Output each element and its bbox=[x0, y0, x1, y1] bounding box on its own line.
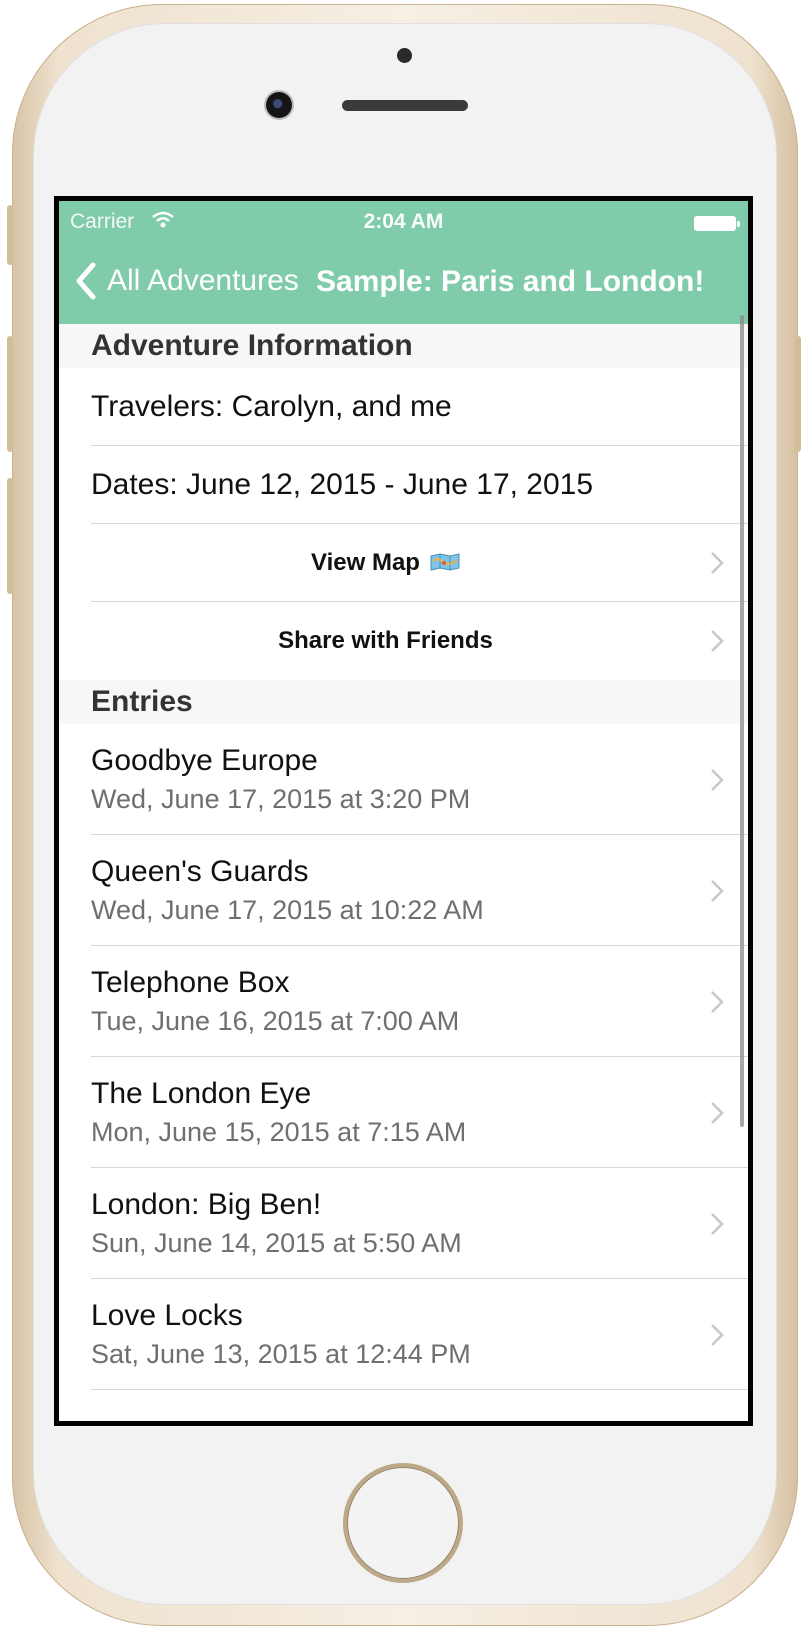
nav-row: All Adventures Sample: Paris and London! bbox=[59, 256, 748, 306]
chevron-right-icon bbox=[711, 768, 724, 791]
travelers-text: Travelers: Carolyn, and me bbox=[91, 390, 452, 423]
battery-icon bbox=[694, 216, 740, 231]
section-header-entries: Entries bbox=[59, 680, 748, 724]
view-map-label-wrap: View Map bbox=[59, 524, 748, 602]
chevron-right-icon bbox=[711, 1323, 724, 1346]
mute-switch bbox=[7, 205, 13, 265]
chevron-right-icon bbox=[711, 990, 724, 1013]
earpiece-speaker bbox=[342, 100, 468, 111]
chevron-right-icon bbox=[711, 1212, 724, 1235]
entry-row[interactable]: Telephone Box Tue, June 16, 2015 at 7:00… bbox=[59, 946, 748, 1057]
view-map-cell[interactable]: View Map bbox=[59, 524, 748, 602]
chevron-right-icon bbox=[711, 879, 724, 902]
volume-down-button bbox=[7, 478, 13, 594]
entry-row[interactable]: London: Big Ben! Sun, June 14, 2015 at 5… bbox=[59, 1168, 748, 1279]
scrollbar[interactable] bbox=[740, 315, 744, 1127]
chevron-right-icon bbox=[711, 552, 724, 574]
front-camera bbox=[266, 92, 292, 118]
home-button[interactable] bbox=[343, 1463, 463, 1583]
entry-row[interactable]: Goodbye Europe Wed, June 17, 2015 at 3:2… bbox=[59, 724, 748, 835]
dates-text: Dates: June 12, 2015 - June 17, 2015 bbox=[91, 468, 594, 501]
status-bar: Carrier 2:04 AM bbox=[59, 201, 748, 241]
share-cell[interactable]: Share with Friends bbox=[59, 602, 748, 680]
status-time: 2:04 AM bbox=[363, 210, 444, 233]
navigation-bar: Carrier 2:04 AM All Adventures Sample: P… bbox=[59, 201, 748, 324]
dates-cell: Dates: June 12, 2015 - June 17, 2015 bbox=[59, 446, 748, 524]
proximity-sensor bbox=[397, 48, 412, 63]
back-label: All Adventures bbox=[107, 264, 299, 297]
entry-title: Goodbye Europe bbox=[91, 744, 318, 777]
entry-row[interactable]: Love Locks Sat, June 13, 2015 at 12:44 P… bbox=[59, 1279, 748, 1390]
back-button[interactable]: All Adventures bbox=[73, 256, 299, 306]
travelers-cell: Travelers: Carolyn, and me bbox=[59, 368, 748, 446]
entry-title: Love Locks bbox=[91, 1299, 243, 1332]
volume-up-button bbox=[7, 336, 13, 452]
entry-title: The London Eye bbox=[91, 1077, 312, 1110]
entry-row[interactable]: The London Eye Mon, June 15, 2015 at 7:1… bbox=[59, 1057, 748, 1168]
chevron-left-icon bbox=[76, 262, 96, 300]
entry-date: Wed, June 17, 2015 at 3:20 PM bbox=[91, 784, 471, 814]
share-label: Share with Friends bbox=[278, 627, 493, 654]
page-title: Sample: Paris and London! bbox=[316, 265, 705, 298]
entry-title: Telephone Box bbox=[91, 966, 290, 999]
adventure-table: Adventure Information Travelers: Carolyn… bbox=[59, 324, 748, 1390]
entry-title: Queen's Guards bbox=[91, 855, 309, 888]
entry-date: Wed, June 17, 2015 at 10:22 AM bbox=[91, 895, 484, 925]
map-icon bbox=[430, 553, 460, 571]
entry-date: Mon, June 15, 2015 at 7:15 AM bbox=[91, 1117, 467, 1147]
chevron-right-icon bbox=[711, 1101, 724, 1124]
screen: Carrier 2:04 AM All Adventures Sample: P… bbox=[54, 196, 753, 1426]
entry-date: Sun, June 14, 2015 at 5:50 AM bbox=[91, 1228, 462, 1258]
view-map-label: View Map bbox=[311, 549, 420, 576]
entry-date: Sat, June 13, 2015 at 12:44 PM bbox=[91, 1339, 471, 1369]
entry-title: London: Big Ben! bbox=[91, 1188, 322, 1221]
chevron-right-icon bbox=[711, 630, 724, 652]
power-button bbox=[795, 336, 801, 452]
entry-date: Tue, June 16, 2015 at 7:00 AM bbox=[91, 1006, 460, 1036]
entry-row[interactable]: Queen's Guards Wed, June 17, 2015 at 10:… bbox=[59, 835, 748, 946]
section-header-info: Adventure Information bbox=[59, 324, 748, 368]
